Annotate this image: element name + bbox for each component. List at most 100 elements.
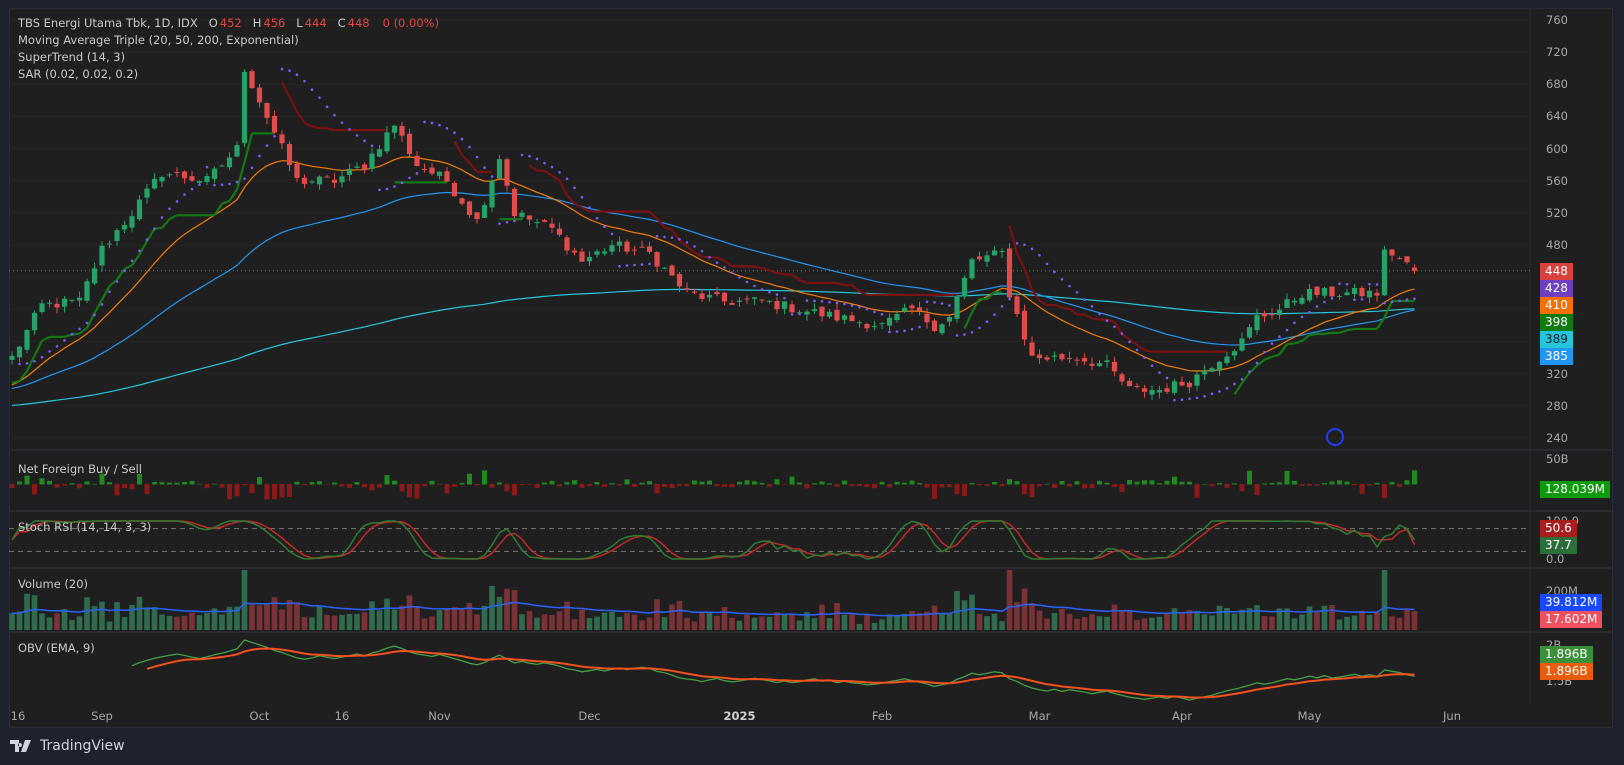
sar-dot xyxy=(730,271,734,274)
sar-dot xyxy=(430,121,434,125)
candle-body xyxy=(226,157,233,168)
volume-bar xyxy=(1149,617,1155,630)
indicator-legend-ma[interactable]: Moving Average Triple (20, 50, 200, Expo… xyxy=(18,33,299,47)
candle-body xyxy=(744,298,750,300)
net-foreign-bar xyxy=(894,481,900,485)
candle-body xyxy=(1149,390,1155,395)
sar-dot xyxy=(805,299,809,302)
pane-title-stoch-rsi[interactable]: Stoch RSI (14, 14, 3, 3) xyxy=(18,520,151,534)
net-foreign-bar xyxy=(1194,484,1200,498)
volume-bar xyxy=(54,613,60,630)
net-foreign-bar xyxy=(797,482,802,485)
candle-body xyxy=(129,216,135,228)
supertrend-segment xyxy=(1061,306,1070,310)
pane-title-volume[interactable]: Volume (20) xyxy=(18,577,88,591)
candle-body xyxy=(961,277,968,297)
net-foreign-bar xyxy=(287,484,292,497)
candle-body xyxy=(1276,309,1283,316)
volume-bar xyxy=(436,610,443,630)
net-foreign-bar xyxy=(549,480,555,485)
sar-dot xyxy=(978,326,981,330)
pane-title-net-foreign[interactable]: Net Foreign Buy / Sell xyxy=(18,462,142,476)
volume-bar xyxy=(204,613,210,630)
price-axis-label: 240 xyxy=(1546,431,1568,445)
price-axis-label: 600 xyxy=(1546,141,1568,156)
net-foreign-bar xyxy=(992,481,997,485)
volume-bar xyxy=(961,600,968,630)
volume-bar xyxy=(586,618,593,630)
candle-body xyxy=(714,292,720,295)
volume-bar xyxy=(579,609,585,630)
candle-body xyxy=(1284,299,1290,309)
net-foreign-bar xyxy=(812,483,817,485)
price-axis-label: 480 xyxy=(1546,238,1568,253)
supertrend-segment xyxy=(776,271,785,276)
net-foreign-bar xyxy=(444,484,450,494)
time-axis-label: Nov xyxy=(428,709,451,723)
sar-dot xyxy=(1173,398,1176,402)
volume-bar xyxy=(1239,609,1245,630)
net-foreign-bar xyxy=(1209,484,1215,487)
net-foreign-bar xyxy=(279,484,285,498)
supertrend-segment xyxy=(138,240,148,256)
sar-dot xyxy=(1045,262,1049,266)
net-foreign-bar xyxy=(407,484,412,498)
sar-dot xyxy=(1248,370,1251,373)
volume-bar xyxy=(1359,610,1365,630)
volume-bar xyxy=(1119,610,1125,630)
net-foreign-bar xyxy=(572,480,577,485)
net-foreign-bar xyxy=(947,484,952,488)
net-foreign-bar xyxy=(534,484,540,489)
candle-body xyxy=(1074,359,1080,361)
supertrend-segment xyxy=(971,298,981,313)
indicator-legend-supertrend[interactable]: SuperTrend (14, 3) xyxy=(18,50,125,64)
indicator-legend-sar[interactable]: SAR (0.02, 0.02, 0.2) xyxy=(18,67,138,81)
net-foreign-bar xyxy=(872,484,877,489)
volume-bar xyxy=(549,615,555,630)
volume-bar xyxy=(1036,610,1043,630)
sar-dot xyxy=(1270,342,1274,345)
candle-body xyxy=(564,237,570,251)
chart-canvas[interactable] xyxy=(0,0,1624,765)
net-foreign-bar xyxy=(437,484,442,485)
volume-bar xyxy=(894,615,900,630)
candle-body xyxy=(99,245,105,266)
supertrend-segment xyxy=(161,218,171,229)
pane-title-obv[interactable]: OBV (EMA, 9) xyxy=(18,641,95,655)
volume-bar xyxy=(159,614,165,630)
volume-bar xyxy=(84,597,90,630)
sar-dot xyxy=(115,280,119,283)
candle-body xyxy=(159,177,165,182)
sar-dot xyxy=(708,255,711,259)
net-foreign-bar xyxy=(1142,480,1147,485)
net-foreign-bar xyxy=(1029,484,1035,498)
sar-dot xyxy=(310,88,314,92)
volume-bar xyxy=(1404,608,1410,630)
supertrend-segment xyxy=(296,111,306,124)
net-foreign-bar xyxy=(1404,480,1410,485)
tradingview-logo[interactable]: TradingView xyxy=(10,738,125,754)
net-foreign-bar xyxy=(332,482,337,485)
sar-dot xyxy=(588,206,591,209)
candle-body xyxy=(204,176,210,182)
supertrend-segment xyxy=(1324,331,1333,335)
volume-bar xyxy=(519,614,525,630)
price-axis-label: 640 xyxy=(1546,109,1568,124)
sar-dot xyxy=(258,154,261,158)
supertrend-segment xyxy=(528,164,538,172)
candle-body xyxy=(909,305,915,309)
tradingview-logo-icon xyxy=(10,740,31,752)
net-foreign-bar xyxy=(909,480,915,485)
volume-bar xyxy=(129,604,135,630)
volume-bar xyxy=(1096,616,1103,630)
sar-dot xyxy=(1375,283,1379,286)
sar-dot xyxy=(295,73,299,76)
price-badge: 398 xyxy=(1540,314,1573,331)
sar-dot xyxy=(1338,282,1341,286)
net-foreign-bar xyxy=(234,484,240,497)
volume-bar xyxy=(541,614,548,630)
volume-bar xyxy=(1051,613,1058,630)
volume-bar xyxy=(639,620,645,630)
sar-dot xyxy=(1083,298,1086,301)
candle-body xyxy=(286,143,293,166)
